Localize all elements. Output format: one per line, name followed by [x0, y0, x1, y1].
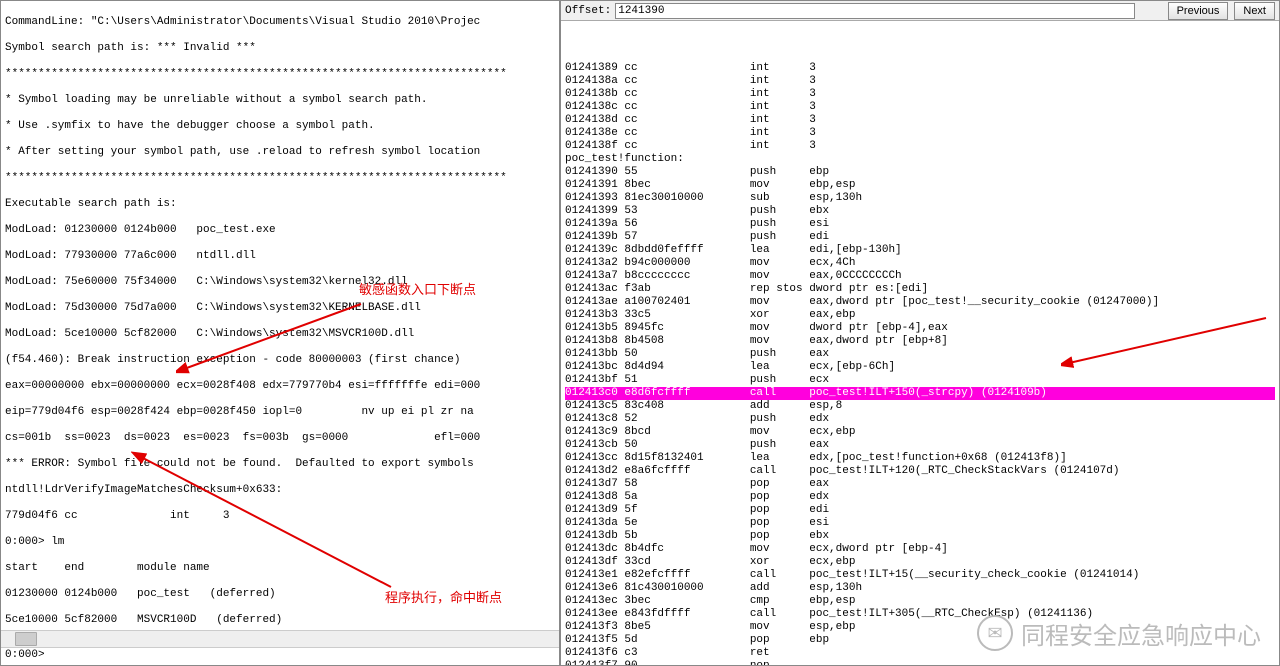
offset-input[interactable]	[615, 3, 1135, 19]
registers3: cs=001b ss=0023 ds=0023 es=0023 fs=003b …	[5, 432, 555, 445]
disasm-row[interactable]: 012413b5 8945fc mov dword ptr [ebp-4],ea…	[565, 322, 1275, 335]
previous-button[interactable]: Previous	[1168, 2, 1229, 20]
disasm-row[interactable]: 012413f5 5d pop ebp	[565, 634, 1275, 647]
stars: ****************************************…	[5, 68, 555, 81]
disasm-row[interactable]: 012413ae a100702401 mov eax,dword ptr [p…	[565, 296, 1275, 309]
modload4: ModLoad: 75d30000 75d7a000 C:\Windows\sy…	[5, 302, 555, 315]
status-bar[interactable]: 0:000>	[1, 647, 559, 665]
stars2: ****************************************…	[5, 172, 555, 185]
ntdll-line: ntdll!LdrVerifyImageMatchesChecksum+0x63…	[5, 484, 555, 497]
sym-search: Symbol search path is: *** Invalid ***	[5, 42, 555, 55]
disasm-row[interactable]: 0124139a 56 push esi	[565, 218, 1275, 231]
warn1: * Symbol loading may be unreliable witho…	[5, 94, 555, 107]
disasm-row[interactable]: 012413d2 e8a6fcffff call poc_test!ILT+12…	[565, 465, 1275, 478]
disasm-row[interactable]: 012413d7 58 pop eax	[565, 478, 1275, 491]
disasm-row[interactable]: 012413db 5b pop ebx	[565, 530, 1275, 543]
disasm-row[interactable]: 012413dc 8b4dfc mov ecx,dword ptr [ebp-4…	[565, 543, 1275, 556]
disasm-row[interactable]: 01241391 8bec mov ebp,esp	[565, 179, 1275, 192]
command-output[interactable]: CommandLine: "C:\Users\Administrator\Doc…	[1, 1, 559, 630]
disasm-row[interactable]: 012413a2 b94c000000 mov ecx,4Ch	[565, 257, 1275, 270]
disasm-row[interactable]: 01241390 55 push ebp	[565, 166, 1275, 179]
disasm-row[interactable]: 012413ee e843fdffff call poc_test!ILT+30…	[565, 608, 1275, 621]
registers1: eax=00000000 ebx=00000000 ecx=0028f408 e…	[5, 380, 555, 393]
disasm-row[interactable]: 012413ec 3bec cmp ebp,esp	[565, 595, 1275, 608]
scrollbar-thumb[interactable]	[15, 632, 37, 646]
offset-toolbar: Offset: Previous Next	[561, 1, 1279, 21]
disasm-row[interactable]: 012413bf 51 push ecx	[565, 374, 1275, 387]
disasm-row[interactable]: 01241399 53 push ebx	[565, 205, 1275, 218]
disasm-row[interactable]: 01241389 cc int 3	[565, 62, 1275, 75]
warn2: * Use .symfix to have the debugger choos…	[5, 120, 555, 133]
module-header: start end module name	[5, 562, 555, 575]
modload5: ModLoad: 5ce10000 5cf82000 C:\Windows\sy…	[5, 328, 555, 341]
disasm-row[interactable]: poc_test!function:	[565, 153, 1275, 166]
disasm-row[interactable]: 0124138b cc int 3	[565, 88, 1275, 101]
disasm-row[interactable]: 012413d8 5a pop edx	[565, 491, 1275, 504]
disasm-row[interactable]: 012413a7 b8cccccccc mov eax,0CCCCCCCCh	[565, 270, 1275, 283]
disasm-row[interactable]: 012413bc 8d4d94 lea ecx,[ebp-6Ch]	[565, 361, 1275, 374]
disasm-row[interactable]: 012413b3 33c5 xor eax,ebp	[565, 309, 1275, 322]
disasm-row[interactable]: 0124138f cc int 3	[565, 140, 1275, 153]
error-line: *** ERROR: Symbol file could not be foun…	[5, 458, 555, 471]
disasm-row[interactable]: 012413ac f3ab rep stos dword ptr es:[edi…	[565, 283, 1275, 296]
cmdline: CommandLine: "C:\Users\Administrator\Doc…	[5, 16, 555, 29]
disasm-row[interactable]: 012413bb 50 push eax	[565, 348, 1275, 361]
disasm-row[interactable]: 012413f6 c3 ret	[565, 647, 1275, 660]
horizontal-scrollbar[interactable]	[1, 630, 559, 647]
exe-search: Executable search path is:	[5, 198, 555, 211]
module2: 5ce10000 5cf82000 MSVCR100D (deferred)	[5, 614, 555, 627]
disassembly-pane: Offset: Previous Next 01241389 cc int 30…	[560, 0, 1280, 666]
disasm-row[interactable]: 012413cb 50 push eax	[565, 439, 1275, 452]
disasm-row[interactable]: 0124138e cc int 3	[565, 127, 1275, 140]
disasm-row[interactable]: 012413e6 81c430010000 add esp,130h	[565, 582, 1275, 595]
break-notice: (f54.460): Break instruction exception -…	[5, 354, 555, 367]
modload1: ModLoad: 01230000 0124b000 poc_test.exe	[5, 224, 555, 237]
disasm-row[interactable]: 012413c0 e8d6fcffff call poc_test!ILT+15…	[565, 387, 1275, 400]
module1: 01230000 0124b000 poc_test (deferred)	[5, 588, 555, 601]
modload3: ModLoad: 75e60000 75f34000 C:\Windows\sy…	[5, 276, 555, 289]
disasm-row[interactable]: 012413cc 8d15f8132401 lea edx,[poc_test!…	[565, 452, 1275, 465]
disasm-row[interactable]: 012413f7 90 nop	[565, 660, 1275, 665]
command-output-pane: CommandLine: "C:\Users\Administrator\Doc…	[0, 0, 560, 666]
ntdll-line2: 779d04f6 cc int 3	[5, 510, 555, 523]
disasm-row[interactable]: 012413e1 e82efcffff call poc_test!ILT+15…	[565, 569, 1275, 582]
disasm-row[interactable]: 012413df 33cd xor ecx,ebp	[565, 556, 1275, 569]
disasm-row[interactable]: 012413b8 8b4508 mov eax,dword ptr [ebp+8…	[565, 335, 1275, 348]
prompt-lm: 0:000> lm	[5, 536, 555, 549]
registers2: eip=779d04f6 esp=0028f424 ebp=0028f450 i…	[5, 406, 555, 419]
disasm-row[interactable]: 012413f3 8be5 mov esp,ebp	[565, 621, 1275, 634]
disasm-row[interactable]: 012413da 5e pop esi	[565, 517, 1275, 530]
disasm-row[interactable]: 012413c5 83c408 add esp,8	[565, 400, 1275, 413]
disasm-row[interactable]: 012413d9 5f pop edi	[565, 504, 1275, 517]
offset-label: Offset:	[565, 5, 611, 17]
next-button[interactable]: Next	[1234, 2, 1275, 20]
disassembly-listing[interactable]: 01241389 cc int 30124138a cc int 3012413…	[561, 21, 1279, 665]
disasm-row[interactable]: 0124139c 8dbdd0feffff lea edi,[ebp-130h]	[565, 244, 1275, 257]
disasm-row[interactable]: 012413c8 52 push edx	[565, 413, 1275, 426]
disasm-row[interactable]: 0124139b 57 push edi	[565, 231, 1275, 244]
disasm-row[interactable]: 0124138a cc int 3	[565, 75, 1275, 88]
disasm-row[interactable]: 0124138c cc int 3	[565, 101, 1275, 114]
disasm-row[interactable]: 0124138d cc int 3	[565, 114, 1275, 127]
warn3: * After setting your symbol path, use .r…	[5, 146, 555, 159]
disasm-row[interactable]: 01241393 81ec30010000 sub esp,130h	[565, 192, 1275, 205]
disasm-row[interactable]: 012413c9 8bcd mov ecx,ebp	[565, 426, 1275, 439]
modload2: ModLoad: 77930000 77a6c000 ntdll.dll	[5, 250, 555, 263]
